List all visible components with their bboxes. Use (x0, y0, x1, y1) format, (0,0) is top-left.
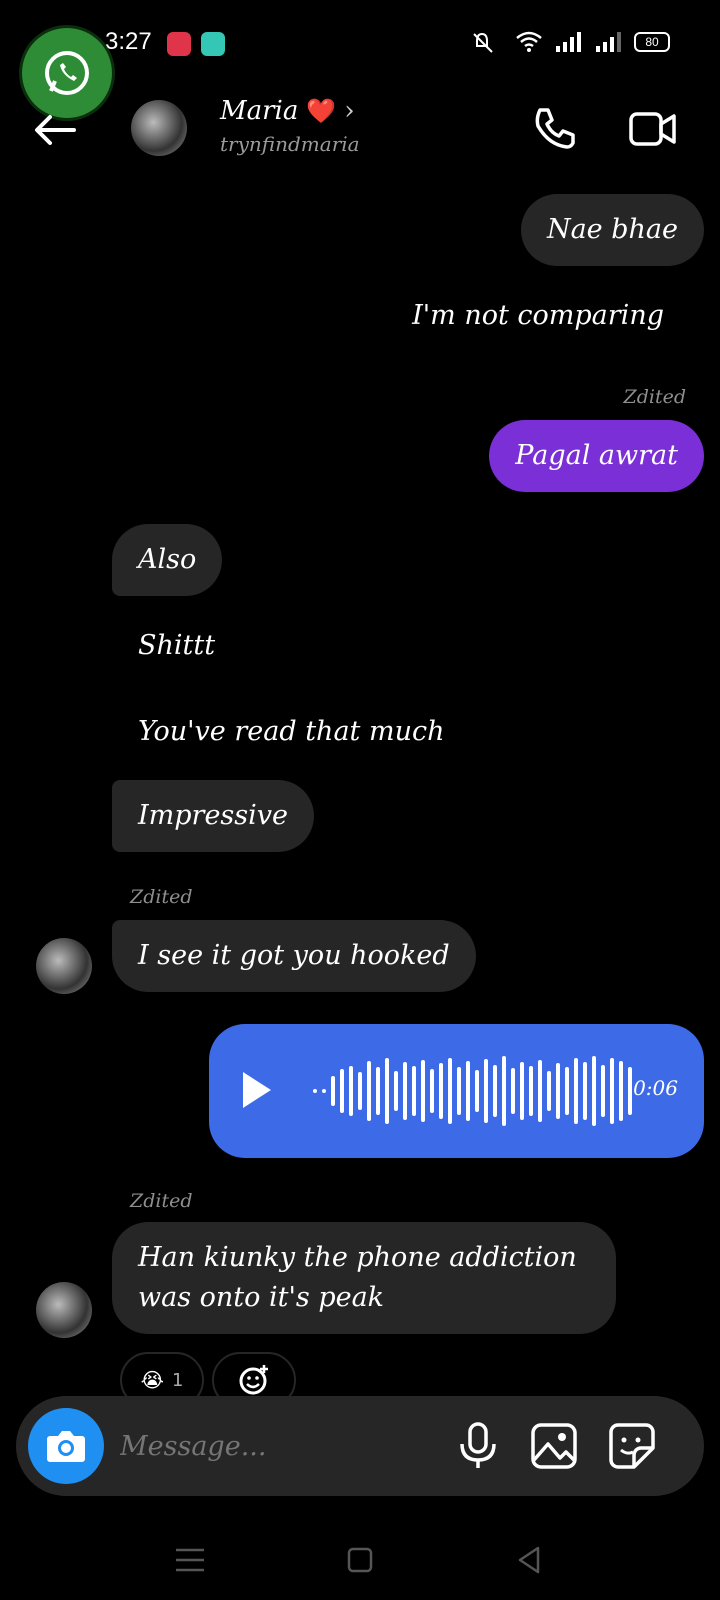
waveform-bar (349, 1066, 353, 1116)
voice-message[interactable]: 0:06 (209, 1024, 704, 1158)
waveform-bar (574, 1058, 578, 1124)
voice-duration: 0:06 (633, 1076, 678, 1100)
contact-name[interactable]: Maria ❤️ › (220, 96, 355, 126)
message-text-line: was onto it's peak (138, 1282, 385, 1313)
sender-avatar[interactable] (36, 938, 92, 994)
waveform-bar (322, 1089, 326, 1093)
waveform-bar (376, 1067, 380, 1115)
waveform-bar (331, 1076, 335, 1106)
waveform-bar (511, 1068, 515, 1114)
status-time: 3:27 (105, 28, 152, 55)
waveform-bar (619, 1061, 623, 1121)
home-icon[interactable] (340, 1540, 380, 1580)
waveform-bar (340, 1069, 344, 1113)
message-incoming[interactable]: I see it got you hooked (112, 920, 476, 992)
waveform-bar (403, 1062, 407, 1120)
message-outgoing[interactable]: Nae bhae (520, 194, 704, 266)
sender-avatar[interactable] (36, 1282, 92, 1338)
heart-emoji: ❤️ (306, 97, 337, 125)
message-outgoing[interactable]: I'm not comparing (386, 296, 690, 336)
notification-app-icon (167, 32, 191, 56)
message-text-line: Han kiunky the phone addiction (138, 1242, 577, 1273)
waveform-bar (565, 1067, 569, 1115)
edited-label: Zdited (623, 386, 686, 408)
waveform-bar (313, 1089, 317, 1093)
message-incoming[interactable]: You've read that much (112, 712, 470, 752)
edited-label: Zdited (130, 886, 193, 908)
waveform-bar (430, 1069, 434, 1113)
message-text: I see it got you hooked (138, 940, 450, 971)
waveform-bar (448, 1058, 452, 1124)
waveform-bar (466, 1061, 470, 1121)
battery-indicator: 80 (634, 32, 670, 52)
video-icon[interactable] (628, 104, 678, 154)
message-text: Impressive (138, 800, 289, 831)
waveform-bar (421, 1060, 425, 1122)
camera-icon (47, 1431, 85, 1462)
waveform-bar (502, 1056, 506, 1126)
system-nav-bar (0, 1520, 720, 1600)
waveform-bar (367, 1061, 371, 1121)
message-text: Shittt (138, 630, 216, 661)
message-outgoing[interactable]: Pagal awrat (489, 420, 704, 492)
reaction-count: 1 (171, 1369, 184, 1391)
waveform-bar (412, 1066, 416, 1116)
waveform-bar (556, 1063, 560, 1119)
image-icon[interactable] (528, 1420, 580, 1472)
message-text: I'm not comparing (412, 300, 664, 331)
waveform-bar (439, 1063, 443, 1119)
message-incoming[interactable]: Impressive (112, 780, 315, 852)
waveform-bar (592, 1056, 596, 1126)
message-text: Nae bhae (546, 214, 678, 245)
signal-icon (556, 32, 581, 52)
phone-icon[interactable] (528, 104, 578, 154)
mute-icon (473, 32, 493, 53)
status-icons: 80 (470, 30, 670, 54)
back-icon[interactable] (510, 1540, 550, 1580)
waveform-bar (484, 1059, 488, 1123)
message-incoming[interactable]: Shittt (112, 626, 241, 666)
wifi-icon (516, 31, 542, 52)
waveform-bar (628, 1067, 632, 1115)
waveform-bar (385, 1058, 389, 1124)
message-composer (16, 1396, 704, 1496)
waveform-bar (493, 1065, 497, 1117)
message-input[interactable] (120, 1422, 440, 1470)
message-incoming[interactable]: Han kiunky the phone addiction was onto … (112, 1222, 616, 1334)
camera-button[interactable] (28, 1408, 104, 1484)
chat-header: Maria ❤️ › trynfindmaria (0, 90, 720, 180)
mic-icon[interactable] (452, 1420, 504, 1472)
play-icon[interactable] (243, 1072, 271, 1108)
waveform (313, 1056, 632, 1126)
crying-emoji: 😭 (140, 1368, 164, 1392)
signal-icon-2 (596, 32, 621, 52)
message-text: Also (138, 544, 197, 575)
waveform-bar (538, 1060, 542, 1122)
contact-username: trynfindmaria (220, 132, 360, 156)
message-text: Pagal awrat (515, 440, 678, 471)
contact-avatar[interactable] (131, 100, 187, 156)
waveform-bar (457, 1067, 461, 1115)
waveform-bar (394, 1071, 398, 1111)
menu-icon[interactable] (170, 1540, 210, 1580)
waveform-bar (475, 1070, 479, 1112)
back-arrow-icon[interactable] (30, 110, 80, 150)
waveform-bar (529, 1066, 533, 1116)
message-incoming[interactable]: Also (112, 524, 223, 596)
waveform-bar (610, 1058, 614, 1124)
waveform-bar (520, 1062, 524, 1120)
notification-chat-icon (201, 32, 225, 56)
waveform-bar (358, 1072, 362, 1110)
waveform-bar (601, 1065, 605, 1117)
edited-label: Zdited (130, 1190, 193, 1212)
message-text: You've read that much (138, 716, 445, 747)
add-reaction-icon (239, 1365, 268, 1395)
sticker-icon[interactable] (606, 1420, 658, 1472)
waveform-bar (583, 1062, 587, 1120)
chevron-right-icon: › (344, 96, 355, 126)
waveform-bar (547, 1071, 551, 1111)
contact-name-text: Maria (220, 96, 299, 126)
